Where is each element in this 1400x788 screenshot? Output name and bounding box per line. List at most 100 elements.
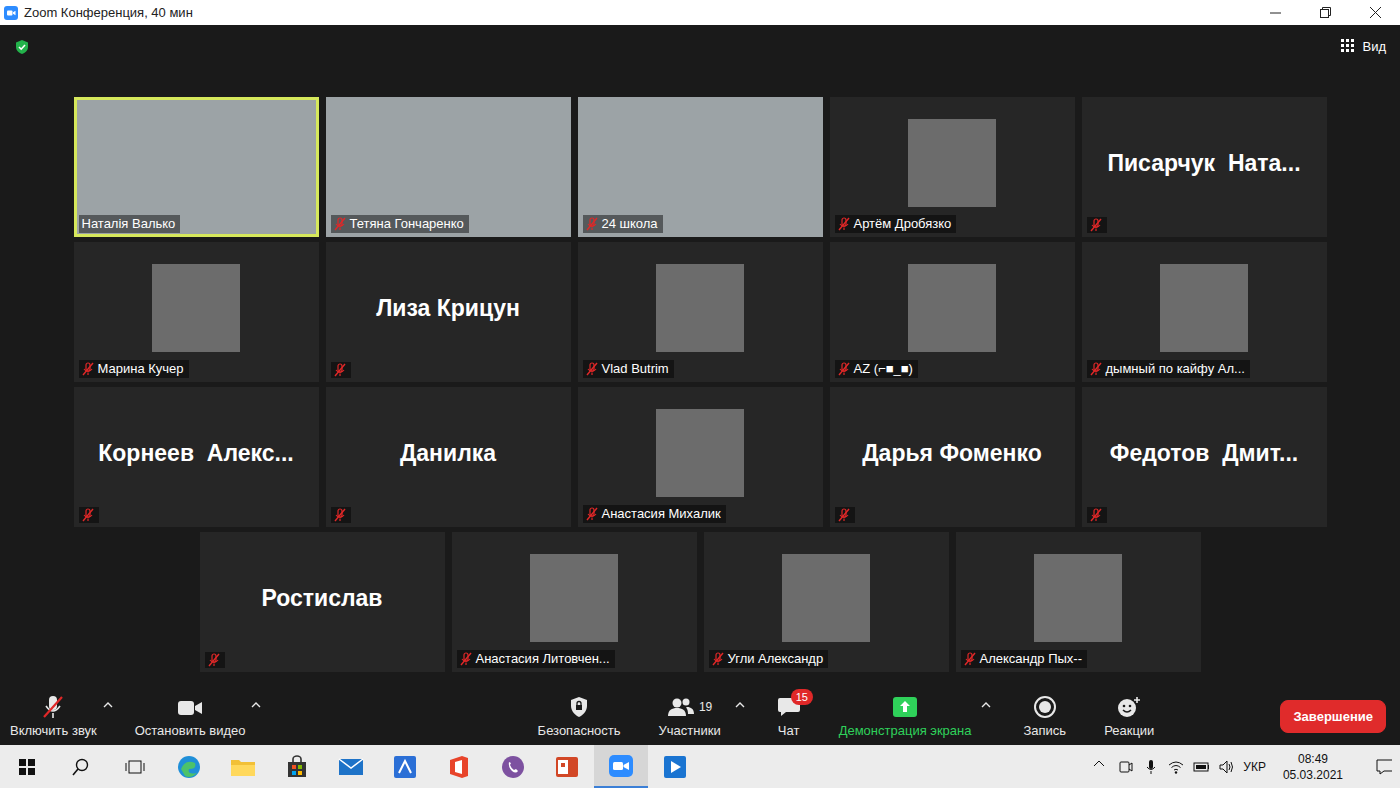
active-speaker-frame xyxy=(74,97,319,237)
active-speaker-frame xyxy=(704,532,949,672)
edge-app[interactable] xyxy=(162,745,216,788)
volume-icon[interactable] xyxy=(1218,759,1234,775)
participant-tile[interactable]: Наталія Валько xyxy=(74,97,319,237)
participant-label xyxy=(331,507,351,523)
wifi-icon[interactable] xyxy=(1168,759,1184,775)
audio-button[interactable]: Включить звук xyxy=(4,693,103,741)
participant-label: Артём Дробязко xyxy=(835,215,957,233)
task-view-icon xyxy=(125,759,145,775)
participant-tile[interactable]: Данилка xyxy=(326,387,571,527)
participant-name: Александр Пых-- xyxy=(980,651,1083,667)
microphone-tray-icon[interactable] xyxy=(1143,759,1159,775)
participant-tile[interactable]: Анастасия Михалик xyxy=(578,387,823,527)
view-label: Вид xyxy=(1362,37,1386,57)
zoom-logo-icon xyxy=(4,6,18,20)
record-label: Запись xyxy=(1023,721,1066,741)
participant-tile[interactable]: Угли Александр xyxy=(704,532,949,672)
participant-tile[interactable]: Лиза Крицун xyxy=(326,242,571,382)
view-button[interactable]: Вид xyxy=(1341,37,1386,57)
record-button[interactable]: Запись xyxy=(1017,693,1072,741)
blue-app[interactable] xyxy=(378,745,432,788)
encryption-shield-icon[interactable] xyxy=(14,39,30,55)
participant-label: Анастасия Литовчен... xyxy=(457,650,615,668)
participants-button[interactable]: 19 Участники xyxy=(653,693,727,741)
active-speaker-frame xyxy=(74,387,319,527)
participant-tile[interactable]: Тетяна Гончаренко xyxy=(326,97,571,237)
mail-app[interactable] xyxy=(324,745,378,788)
active-speaker-frame xyxy=(830,242,1075,382)
gallery-grid: Наталія ВалькоТетяна Гончаренко 24 школа А… xyxy=(70,69,1330,672)
participant-tile[interactable]: Vlad Butrim xyxy=(578,242,823,382)
participant-name: Данилка xyxy=(400,436,496,471)
profile-picture xyxy=(1034,554,1122,642)
close-icon[interactable] xyxy=(1350,0,1400,25)
meeting-toolbar: Включить звук Остановить видео Безопасно… xyxy=(0,688,1400,745)
muted-microphone-icon xyxy=(334,363,346,377)
muted-microphone-icon xyxy=(334,217,346,231)
chat-button[interactable]: 15 Чат xyxy=(771,693,807,741)
notifications-icon[interactable] xyxy=(1376,759,1392,775)
participant-tile[interactable]: Александр Пых-- xyxy=(956,532,1201,672)
participant-name: Писарчук Ната... xyxy=(1107,146,1300,181)
audio-options-caret-icon[interactable] xyxy=(103,701,113,709)
muted-microphone-icon xyxy=(460,652,472,666)
show-hidden-icons-icon[interactable] xyxy=(1093,759,1109,775)
profile-picture xyxy=(908,264,996,352)
participant-tile[interactable]: Федотов Дмит... xyxy=(1082,387,1327,527)
search-button[interactable] xyxy=(54,745,108,788)
battery-icon[interactable] xyxy=(1193,759,1209,775)
muted-microphone-icon xyxy=(838,217,850,231)
participants-caret-icon[interactable] xyxy=(735,701,745,709)
participant-tile[interactable]: 24 школа xyxy=(578,97,823,237)
video-button[interactable]: Остановить видео xyxy=(129,693,252,741)
microphone-icon xyxy=(42,695,64,719)
powerpoint-logo-icon xyxy=(555,755,579,779)
participant-tile[interactable]: дымный по кайфу Ал... xyxy=(1082,242,1327,382)
start-button[interactable] xyxy=(0,745,54,788)
media-app[interactable] xyxy=(648,745,702,788)
participant-label: Марина Кучер xyxy=(79,360,189,378)
profile-picture xyxy=(908,119,996,207)
share-caret-icon[interactable] xyxy=(981,701,991,709)
security-button[interactable]: Безопасность xyxy=(532,693,627,741)
viber-logo-icon xyxy=(501,755,525,779)
muted-microphone-icon xyxy=(82,362,94,376)
participant-label xyxy=(205,652,225,668)
participant-tile[interactable]: Писарчук Ната... xyxy=(1082,97,1327,237)
muted-microphone-icon xyxy=(964,652,976,666)
viber-app[interactable] xyxy=(486,745,540,788)
participant-tile[interactable]: Дарья Фоменко xyxy=(830,387,1075,527)
participant-name: Vlad Butrim xyxy=(602,361,669,377)
office-app[interactable] xyxy=(432,745,486,788)
profile-picture xyxy=(1160,264,1248,352)
participant-tile[interactable]: Артём Дробязко xyxy=(830,97,1075,237)
window-title: Zoom Конференция, 40 мин xyxy=(24,3,193,23)
participant-name: Ростислав xyxy=(261,581,382,616)
participant-tile[interactable]: Марина Кучер xyxy=(74,242,319,382)
participant-name: 24 школа xyxy=(602,216,658,232)
webcam-icon[interactable] xyxy=(1118,759,1134,775)
minimize-icon[interactable] xyxy=(1250,0,1300,25)
participant-name: Федотов Дмит... xyxy=(1110,436,1298,471)
clock[interactable]: 08:49 05.03.2021 xyxy=(1275,751,1351,783)
active-speaker-frame xyxy=(1082,242,1327,382)
title-bar: Zoom Конференция, 40 мин xyxy=(0,0,1400,25)
zoom-logo-icon xyxy=(608,754,634,778)
participant-tile[interactable]: Корнеев Алекс... xyxy=(74,387,319,527)
video-options-caret-icon[interactable] xyxy=(251,701,261,709)
task-view-button[interactable] xyxy=(108,745,162,788)
participant-tile[interactable]: AZ (⌐■_■) xyxy=(830,242,1075,382)
input-language[interactable]: УКР xyxy=(1243,758,1266,776)
zoom-app[interactable] xyxy=(594,745,648,788)
file-explorer-app[interactable] xyxy=(216,745,270,788)
restore-icon[interactable] xyxy=(1300,0,1350,25)
powerpoint-app[interactable] xyxy=(540,745,594,788)
end-meeting-button[interactable]: Завершение xyxy=(1280,700,1386,734)
play-icon xyxy=(663,755,687,779)
participant-tile[interactable]: Анастасия Литовчен... xyxy=(452,532,697,672)
store-app[interactable] xyxy=(270,745,324,788)
participants-label: Участники xyxy=(659,721,721,741)
share-screen-button[interactable]: Демонстрация экрана xyxy=(833,693,978,741)
participant-tile[interactable]: Ростислав xyxy=(200,532,445,672)
reactions-button[interactable]: Реакции xyxy=(1098,693,1160,741)
